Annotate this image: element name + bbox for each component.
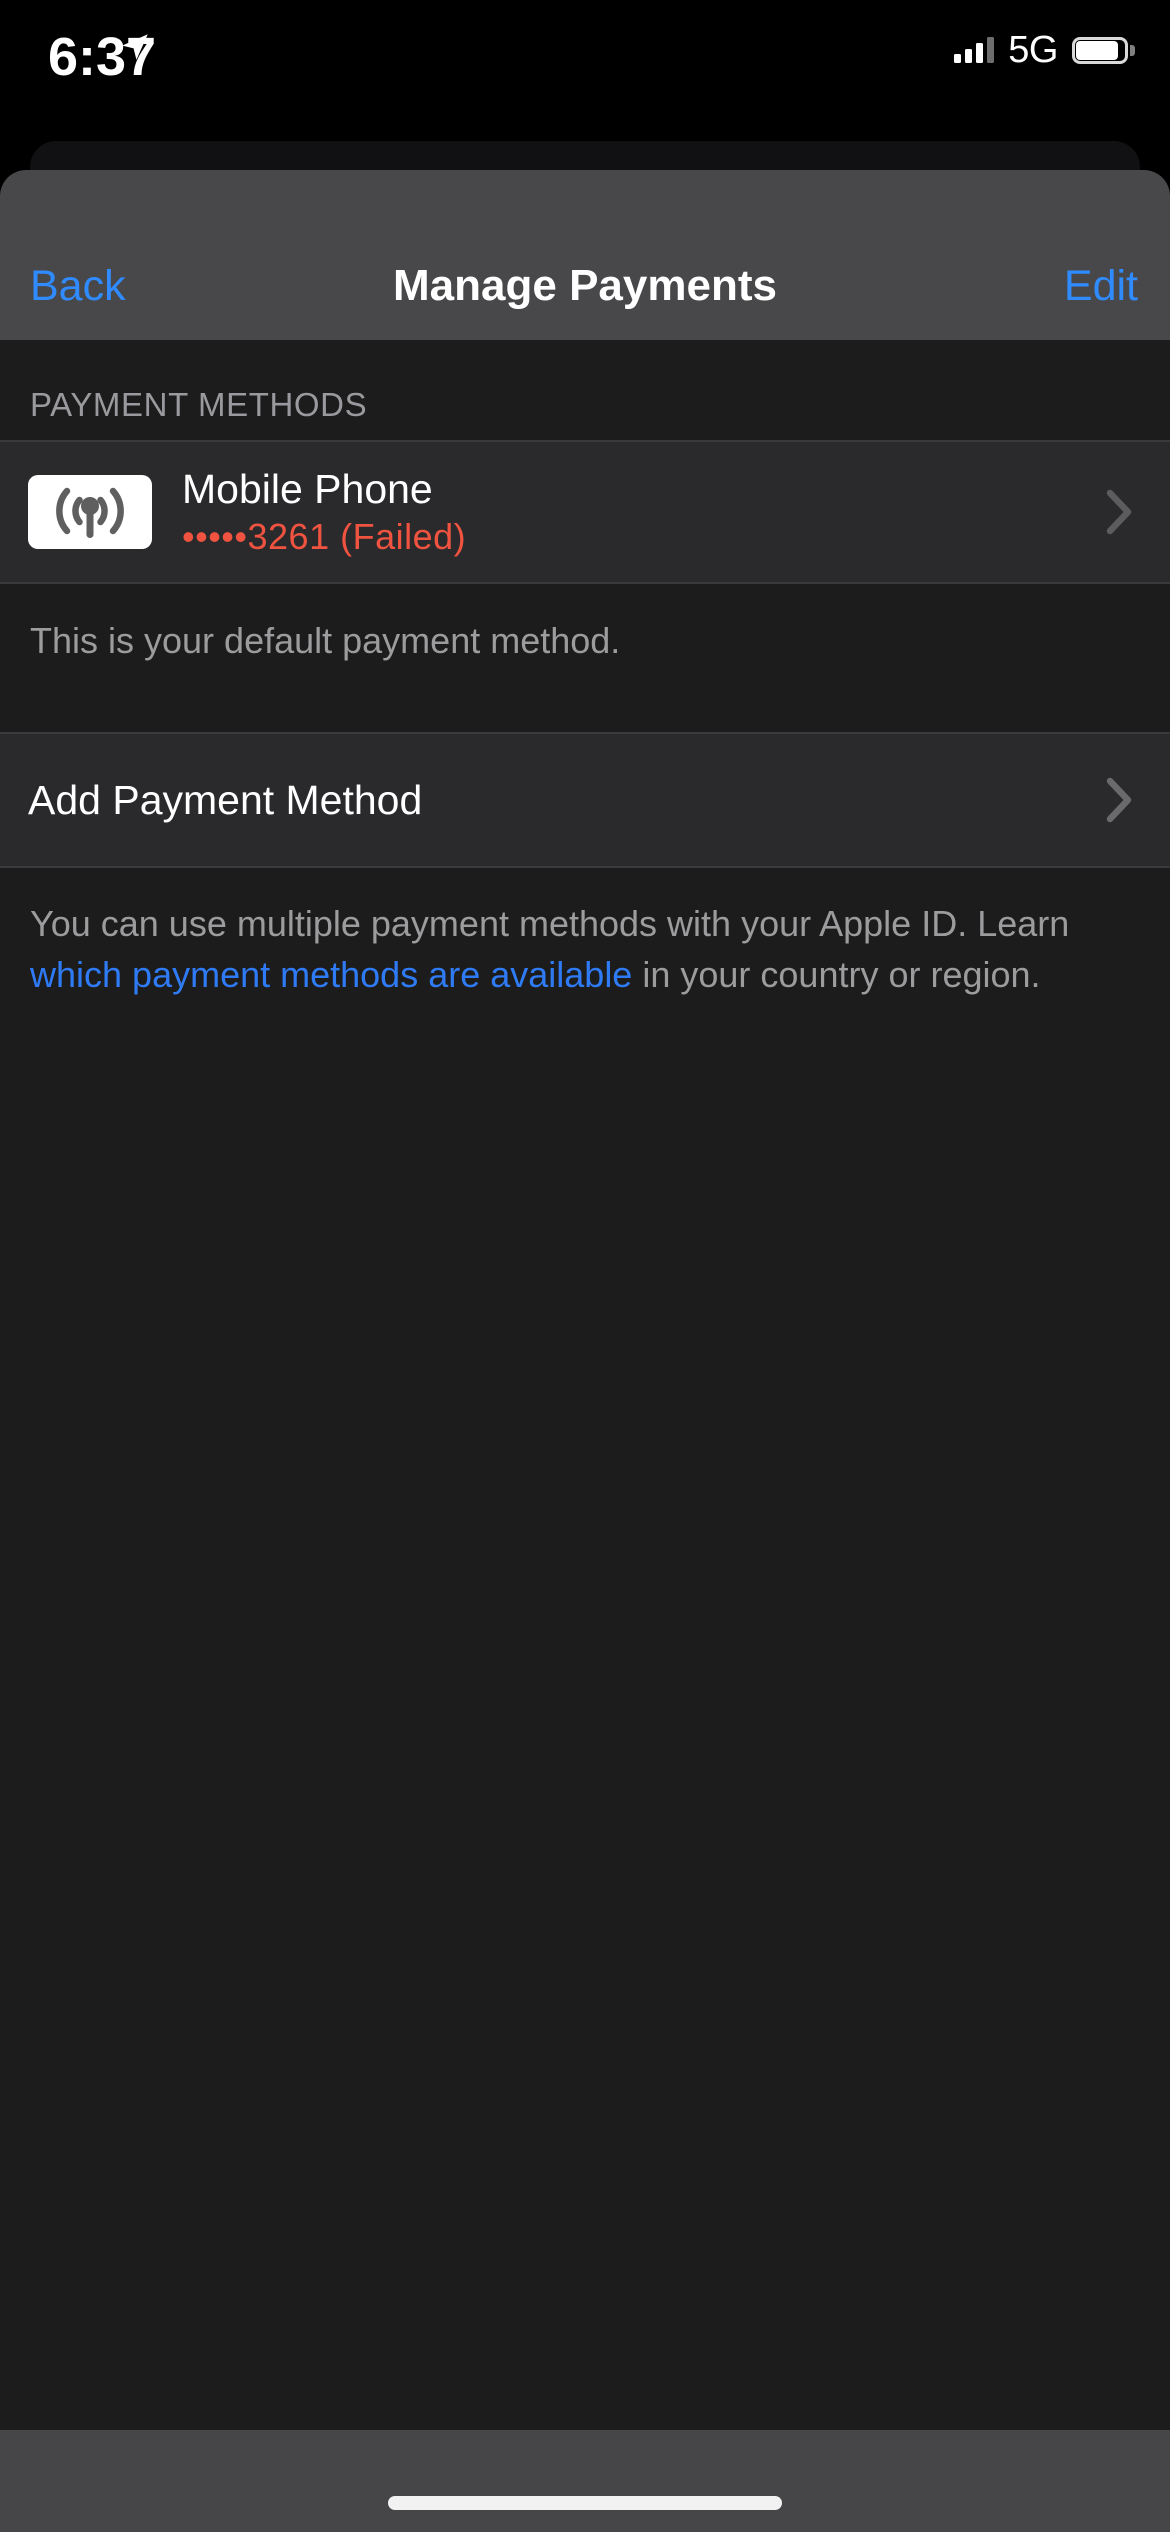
info-footer-text-after: in your country or region. — [632, 954, 1041, 995]
bottom-bar — [0, 2430, 1170, 2532]
broadcast-antenna-icon — [56, 487, 124, 538]
payment-method-status: •••••3261 (Failed) — [182, 516, 467, 557]
info-footer: You can use multiple payment methods wit… — [0, 868, 1170, 1000]
payment-methods-available-link[interactable]: which payment methods are available — [30, 954, 632, 995]
cellular-signal-icon — [954, 37, 995, 63]
edit-button[interactable]: Edit — [1064, 262, 1138, 310]
chevron-right-icon — [1106, 489, 1132, 535]
default-payment-note: This is your default payment method. — [30, 620, 621, 661]
network-type-label: 5G — [1008, 28, 1058, 71]
iphone-screen: 6:37 5G Back Manage Payments Edit PAYMEN… — [0, 0, 1170, 2532]
section-header-payment-methods: PAYMENT METHODS — [30, 386, 368, 423]
battery-icon — [1072, 36, 1135, 64]
add-payment-method-label: Add Payment Method — [28, 777, 423, 823]
navigation-bar: Back Manage Payments Edit — [0, 170, 1170, 340]
location-arrow-icon — [122, 34, 148, 60]
info-footer-text-before: You can use multiple payment methods wit… — [30, 903, 1070, 944]
status-bar: 6:37 5G — [0, 0, 1170, 140]
chevron-right-icon — [1106, 777, 1132, 823]
home-indicator[interactable] — [388, 2496, 782, 2510]
payment-method-text: Mobile Phone •••••3261 (Failed) — [182, 465, 466, 559]
modal-sheet: Back Manage Payments Edit PAYMENT METHOD… — [0, 170, 1170, 2432]
add-payment-method-row[interactable]: Add Payment Method — [0, 734, 1170, 866]
page-title: Manage Payments — [393, 261, 777, 310]
payment-method-footer-block: This is your default payment method. — [0, 584, 1170, 664]
payment-method-row-mobile-phone[interactable]: Mobile Phone •••••3261 (Failed) — [0, 442, 1170, 582]
payment-method-title: Mobile Phone — [182, 466, 433, 512]
status-bar-indicators: 5G — [954, 28, 1135, 71]
payment-method-icon-card — [28, 475, 152, 549]
